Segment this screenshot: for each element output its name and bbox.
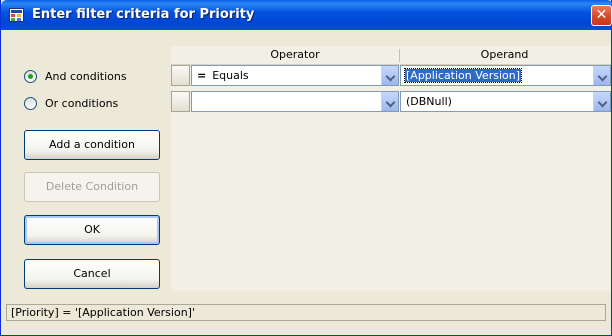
- close-icon: ✕: [595, 7, 608, 23]
- close-button[interactable]: ✕: [591, 5, 612, 26]
- chevron-down-icon[interactable]: [381, 92, 398, 111]
- filter-dialog-icon: [9, 8, 24, 22]
- operator-dropdown[interactable]: [191, 91, 399, 112]
- add-condition-label: Add a condition: [49, 138, 135, 151]
- operand-value: [Application Version]: [404, 68, 522, 83]
- chevron-down-icon[interactable]: [593, 92, 610, 111]
- operand-value: (DBNull): [406, 95, 452, 108]
- delete-condition-button[interactable]: Delete Condition: [24, 172, 160, 202]
- operator-column-header[interactable]: Operator: [191, 46, 399, 64]
- row-selector[interactable]: [171, 91, 190, 112]
- cancel-label: Cancel: [73, 267, 111, 280]
- grid-header: Operator Operand: [171, 46, 611, 65]
- filter-dialog: Enter filter criteria for Priority ✕ And…: [0, 0, 612, 336]
- cancel-button[interactable]: Cancel: [24, 259, 160, 289]
- criteria-grid: Operator Operand = Equals [Application Ve…: [171, 46, 611, 291]
- row-selector[interactable]: [171, 65, 190, 86]
- or-conditions-radio[interactable]: [24, 97, 37, 110]
- title-bar[interactable]: Enter filter criteria for Priority ✕: [1, 0, 612, 30]
- operand-column-header[interactable]: Operand: [400, 46, 609, 64]
- operator-dropdown[interactable]: = Equals: [191, 65, 399, 86]
- ok-label: OK: [84, 223, 100, 236]
- chevron-down-icon[interactable]: [593, 66, 610, 85]
- equals-icon: =: [197, 69, 207, 82]
- operand-dropdown[interactable]: (DBNull): [400, 91, 611, 112]
- window-title: Enter filter criteria for Priority: [32, 7, 255, 22]
- delete-condition-label: Delete Condition: [45, 180, 139, 193]
- ok-button[interactable]: OK: [24, 215, 160, 245]
- or-conditions-option[interactable]: Or conditions: [24, 97, 118, 110]
- and-conditions-label: And conditions: [45, 70, 127, 83]
- or-conditions-label: Or conditions: [45, 97, 119, 110]
- chevron-down-icon[interactable]: [381, 66, 398, 85]
- and-conditions-option[interactable]: And conditions: [24, 70, 127, 83]
- and-conditions-radio[interactable]: [24, 70, 37, 83]
- operand-dropdown[interactable]: [Application Version]: [400, 65, 611, 86]
- add-condition-button[interactable]: Add a condition: [24, 130, 160, 160]
- operator-value: Equals: [212, 69, 249, 82]
- filter-expression-bar: [Priority] = '[Application Version]': [6, 304, 606, 321]
